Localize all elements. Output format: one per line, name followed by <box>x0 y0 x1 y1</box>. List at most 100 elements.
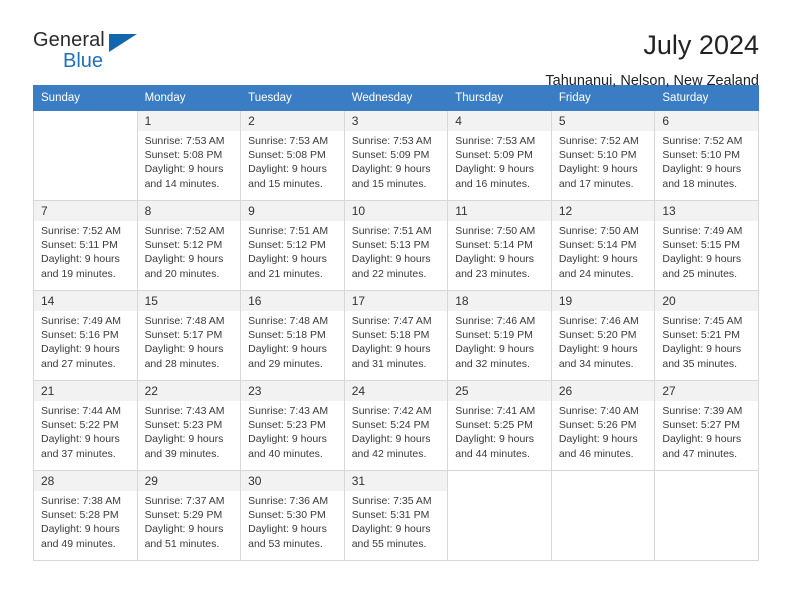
daylight-duration-line2: and 14 minutes. <box>144 177 220 190</box>
daylight-duration-line2: and 27 minutes. <box>41 357 116 370</box>
day-number: 18 <box>448 291 551 311</box>
daylight-duration-line2: and 31 minutes. <box>351 357 427 370</box>
sunrise-time: Sunrise: 7:42 AM <box>351 405 432 417</box>
day-details: Sunrise: 7:50 AM Sunset: 5:14 PM Daylight:… <box>552 221 655 281</box>
calendar-day-cell[interactable]: 5 Sunrise: 7:52 AM Sunset: 5:10 PM Daylight… <box>550 110 656 201</box>
day-details: Sunrise: 7:49 AM Sunset: 5:16 PM Daylight:… <box>34 311 137 371</box>
calendar-day-cell-empty <box>33 110 138 201</box>
calendar-day-cell[interactable]: 9 Sunrise: 7:51 AM Sunset: 5:12 PM Daylight… <box>240 200 345 291</box>
sunrise-time: Sunrise: 7:44 AM <box>41 405 121 417</box>
calendar-day-cell[interactable]: 11 Sunrise: 7:50 AM Sunset: 5:14 PM Dayligh… <box>447 200 552 291</box>
sunset-time: Sunset: 5:23 PM <box>248 419 326 432</box>
calendar-day-cell[interactable]: 24 Sunrise: 7:42 AM Sunset: 5:24 PM Dayligh… <box>343 380 449 471</box>
daylight-duration-line1: Daylight: 9 hours <box>558 163 638 176</box>
day-details: Sunrise: 7:42 AM Sunset: 5:24 PM Daylight:… <box>345 401 448 461</box>
daylight-duration-line1: Daylight: 9 hours <box>455 163 535 176</box>
day-number: 27 <box>655 381 758 401</box>
daylight-duration-line2: and 34 minutes. <box>558 357 634 370</box>
daylight-duration-line1: Daylight: 9 hours <box>248 253 327 266</box>
sunset-time: Sunset: 5:21 PM <box>662 329 741 342</box>
daylight-duration-line2: and 42 minutes. <box>351 447 427 460</box>
day-details: Sunrise: 7:48 AM Sunset: 5:17 PM Daylight:… <box>138 311 241 371</box>
daylight-duration-line2: and 25 minutes. <box>662 267 738 280</box>
daylight-duration-line2: and 46 minutes. <box>558 447 634 460</box>
day-number: 12 <box>551 201 655 221</box>
day-details: Sunrise: 7:48 AM Sunset: 5:18 PM Daylight:… <box>241 311 344 371</box>
day-details: Sunrise: 7:49 AM Sunset: 5:15 PM Daylight:… <box>655 221 758 281</box>
sunset-time: Sunset: 5:22 PM <box>41 419 119 432</box>
daylight-duration-line1: Daylight: 9 hours <box>455 343 535 356</box>
daylight-duration-line2: and 55 minutes. <box>351 537 427 550</box>
calendar-day-cell[interactable]: 2 Sunrise: 7:53 AM Sunset: 5:08 PM Daylight… <box>240 110 345 201</box>
sunset-time: Sunset: 5:29 PM <box>144 509 223 522</box>
day-number: 21 <box>34 381 137 401</box>
calendar-day-cell[interactable]: 27 Sunrise: 7:39 AM Sunset: 5:27 PM Dayligh… <box>654 380 759 471</box>
sunrise-time: Sunrise: 7:36 AM <box>248 495 329 507</box>
calendar-day-cell[interactable]: 12 Sunrise: 7:50 AM Sunset: 5:14 PM Dayligh… <box>550 200 656 291</box>
sunrise-time: Sunrise: 7:53 AM <box>248 135 329 147</box>
daylight-duration-line1: Daylight: 9 hours <box>144 163 224 176</box>
day-number: 31 <box>344 471 448 491</box>
calendar-day-cell[interactable]: 26 Sunrise: 7:40 AM Sunset: 5:26 PM Dayligh… <box>550 380 656 471</box>
sunrise-time: Sunrise: 7:48 AM <box>144 315 225 327</box>
calendar-day-cell[interactable]: 28 Sunrise: 7:38 AM Sunset: 5:28 PM Dayligh… <box>33 470 138 561</box>
day-number: 7 <box>34 201 137 221</box>
calendar-day-cell[interactable]: 29 Sunrise: 7:37 AM Sunset: 5:29 PM Dayligh… <box>136 470 242 561</box>
calendar-day-cell[interactable]: 22 Sunrise: 7:43 AM Sunset: 5:23 PM Dayligh… <box>136 380 242 471</box>
day-details: Sunrise: 7:52 AM Sunset: 5:10 PM Daylight:… <box>655 131 758 191</box>
calendar-page: General Blue July 2024 Tahunanui, Nelson… <box>0 0 792 612</box>
calendar-day-cell[interactable]: 8 Sunrise: 7:52 AM Sunset: 5:12 PM Daylight… <box>136 200 242 291</box>
calendar-day-cell[interactable]: 16 Sunrise: 7:48 AM Sunset: 5:18 PM Dayligh… <box>240 290 345 381</box>
calendar-day-cell[interactable]: 21 Sunrise: 7:44 AM Sunset: 5:22 PM Dayligh… <box>33 380 138 471</box>
sunrise-time: Sunrise: 7:47 AM <box>351 315 432 327</box>
day-details: Sunrise: 7:53 AM Sunset: 5:09 PM Daylight:… <box>345 131 448 191</box>
day-number: 3 <box>344 111 448 131</box>
sunrise-time: Sunrise: 7:50 AM <box>455 225 536 237</box>
calendar-day-cell[interactable]: 31 Sunrise: 7:35 AM Sunset: 5:31 PM Dayligh… <box>343 470 449 561</box>
calendar-day-cell[interactable]: 23 Sunrise: 7:43 AM Sunset: 5:23 PM Dayligh… <box>240 380 345 471</box>
day-number: 28 <box>34 471 137 491</box>
day-number: 22 <box>137 381 241 401</box>
day-details: Sunrise: 7:35 AM Sunset: 5:31 PM Daylight:… <box>345 491 448 551</box>
calendar-day-cell[interactable]: 25 Sunrise: 7:41 AM Sunset: 5:25 PM Dayligh… <box>447 380 552 471</box>
sunset-time: Sunset: 5:09 PM <box>455 149 533 162</box>
calendar-week-row: 28 Sunrise: 7:38 AM Sunset: 5:28 PM Dayligh… <box>33 470 759 561</box>
day-number: 20 <box>655 291 758 311</box>
calendar-day-cell[interactable]: 13 Sunrise: 7:49 AM Sunset: 5:15 PM Dayligh… <box>654 200 759 291</box>
daylight-duration-line1: Daylight: 9 hours <box>662 343 742 356</box>
calendar-day-cell[interactable]: 19 Sunrise: 7:46 AM Sunset: 5:20 PM Dayligh… <box>550 290 656 381</box>
calendar-day-cell[interactable]: 20 Sunrise: 7:45 AM Sunset: 5:21 PM Dayligh… <box>654 290 759 381</box>
sunset-time: Sunset: 5:08 PM <box>248 149 326 162</box>
sunset-time: Sunset: 5:09 PM <box>351 149 430 162</box>
daylight-duration-line2: and 29 minutes. <box>248 357 323 370</box>
daylight-duration-line1: Daylight: 9 hours <box>558 253 638 266</box>
sunrise-sunset-calendar: Sunday Monday Tuesday Wednesday Thursday… <box>33 85 759 561</box>
calendar-day-cell[interactable]: 1 Sunrise: 7:53 AM Sunset: 5:08 PM Daylight… <box>136 110 242 201</box>
day-number: 24 <box>344 381 448 401</box>
page-subtitle: Tahunanui, Nelson, New Zealand <box>545 73 759 89</box>
general-blue-logo[interactable]: General Blue <box>33 30 153 78</box>
day-number: 9 <box>241 201 344 221</box>
day-details: Sunrise: 7:51 AM Sunset: 5:13 PM Daylight:… <box>345 221 448 281</box>
daylight-duration-line1: Daylight: 9 hours <box>41 433 120 446</box>
calendar-day-cell[interactable]: 15 Sunrise: 7:48 AM Sunset: 5:17 PM Dayligh… <box>136 290 242 381</box>
calendar-day-cell[interactable]: 30 Sunrise: 7:36 AM Sunset: 5:30 PM Dayligh… <box>240 470 345 561</box>
day-number: 13 <box>655 201 758 221</box>
sunrise-time: Sunrise: 7:40 AM <box>558 405 639 417</box>
calendar-day-cell[interactable]: 7 Sunrise: 7:52 AM Sunset: 5:11 PM Daylight… <box>33 200 138 291</box>
sunrise-time: Sunrise: 7:52 AM <box>662 135 743 147</box>
calendar-day-cell[interactable]: 18 Sunrise: 7:46 AM Sunset: 5:19 PM Dayligh… <box>447 290 552 381</box>
calendar-day-cell[interactable]: 17 Sunrise: 7:47 AM Sunset: 5:18 PM Dayligh… <box>343 290 449 381</box>
daylight-duration-line1: Daylight: 9 hours <box>144 523 224 536</box>
sunrise-time: Sunrise: 7:53 AM <box>455 135 536 147</box>
day-details: Sunrise: 7:41 AM Sunset: 5:25 PM Daylight:… <box>448 401 551 461</box>
sunset-time: Sunset: 5:15 PM <box>662 239 741 252</box>
day-number: 23 <box>241 381 344 401</box>
day-number: 11 <box>448 201 551 221</box>
calendar-day-cell[interactable]: 4 Sunrise: 7:53 AM Sunset: 5:09 PM Daylight… <box>447 110 552 201</box>
sunrise-time: Sunrise: 7:53 AM <box>351 135 432 147</box>
calendar-day-cell[interactable]: 14 Sunrise: 7:49 AM Sunset: 5:16 PM Dayligh… <box>33 290 138 381</box>
calendar-day-cell[interactable]: 6 Sunrise: 7:52 AM Sunset: 5:10 PM Daylight… <box>654 110 759 201</box>
calendar-day-cell[interactable]: 3 Sunrise: 7:53 AM Sunset: 5:09 PM Daylight… <box>343 110 449 201</box>
calendar-day-cell[interactable]: 10 Sunrise: 7:51 AM Sunset: 5:13 PM Dayligh… <box>343 200 449 291</box>
